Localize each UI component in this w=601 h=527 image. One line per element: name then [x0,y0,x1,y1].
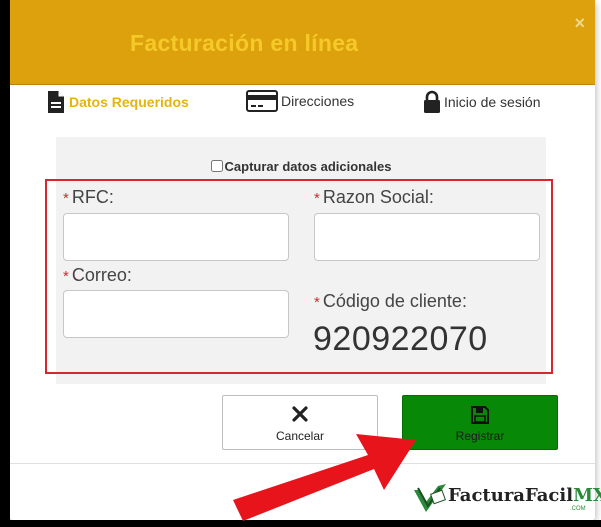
annotation-arrow [233,434,416,521]
